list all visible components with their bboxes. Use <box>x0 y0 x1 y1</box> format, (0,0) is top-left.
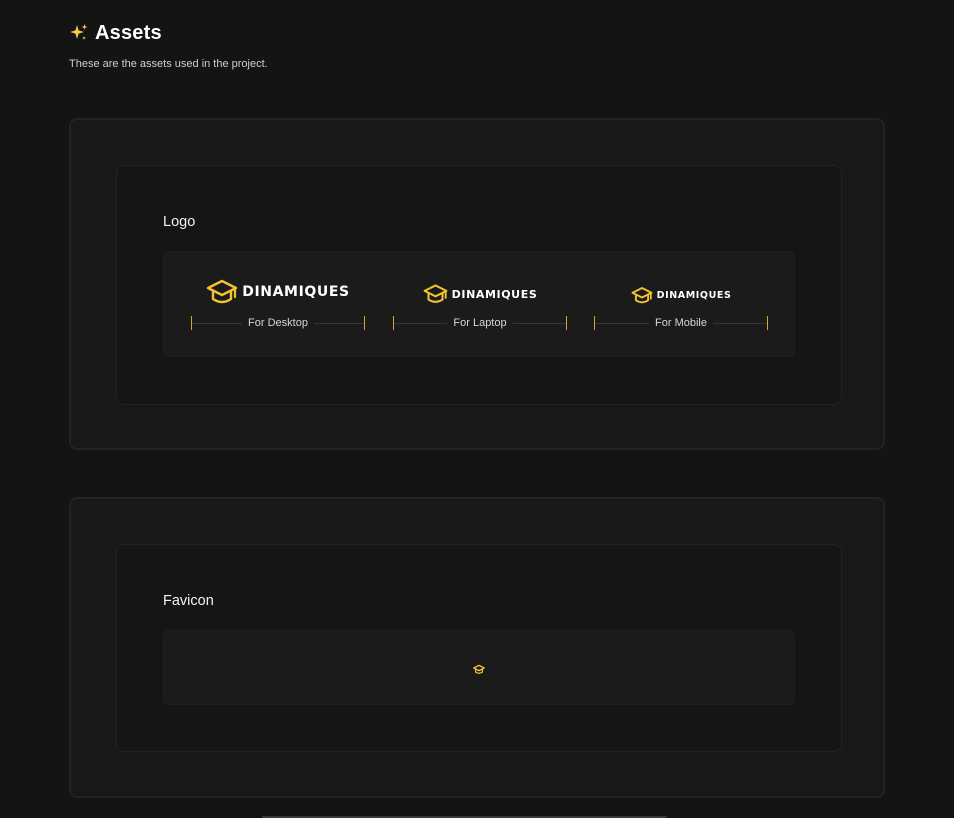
favicon-preview <box>473 662 485 674</box>
page-subtitle: These are the assets used in the project… <box>69 58 268 70</box>
graduation-cap-icon <box>207 279 238 304</box>
logo-inner-card: Logo DINAMIQUES For Desktop DINAMIQUES F… <box>116 165 842 405</box>
graduation-cap-icon <box>423 284 448 303</box>
width-indicator: For Laptop <box>393 316 567 330</box>
sparkles-icon <box>70 24 88 40</box>
brand-logo-mobile: DINAMIQUES <box>594 286 768 305</box>
width-indicator: For Mobile <box>594 316 768 330</box>
logo-variant-desktop: DINAMIQUES For Desktop <box>191 252 365 358</box>
variant-caption: For Desktop <box>242 316 314 330</box>
indicator-tick-right <box>364 316 365 330</box>
logo-section-card: Logo DINAMIQUES For Desktop DINAMIQUES F… <box>69 118 885 450</box>
favicon-inner-card: Favicon <box>116 544 842 752</box>
logo-variant-mobile: DINAMIQUES For Mobile <box>594 252 768 358</box>
variant-caption: For Mobile <box>649 316 713 330</box>
logo-variants-panel: DINAMIQUES For Desktop DINAMIQUES For La… <box>163 251 795 357</box>
assets-page: Assets These are the assets used in the … <box>0 0 954 818</box>
brand-logo-desktop: DINAMIQUES <box>191 278 365 306</box>
graduation-cap-icon <box>631 287 653 304</box>
variant-caption: For Laptop <box>447 316 513 330</box>
brand-name: DINAMIQUES <box>242 284 350 300</box>
brand-logo-laptop: DINAMIQUES <box>393 283 567 305</box>
logo-variant-laptop: DINAMIQUES For Laptop <box>393 252 567 358</box>
graduation-cap-icon <box>473 664 485 674</box>
favicon-panel <box>163 630 795 705</box>
favicon-section-label: Favicon <box>163 593 214 609</box>
page-title: Assets <box>95 21 162 44</box>
indicator-tick-right <box>566 316 567 330</box>
logo-section-label: Logo <box>163 214 196 230</box>
favicon-section-card: Favicon <box>69 497 885 798</box>
brand-name: DINAMIQUES <box>451 287 538 301</box>
page-header: Assets These are the assets used in the … <box>69 18 268 71</box>
indicator-tick-right <box>767 316 768 330</box>
width-indicator: For Desktop <box>191 316 365 330</box>
brand-name: DINAMIQUES <box>656 290 732 301</box>
title-row: Assets <box>69 18 268 48</box>
